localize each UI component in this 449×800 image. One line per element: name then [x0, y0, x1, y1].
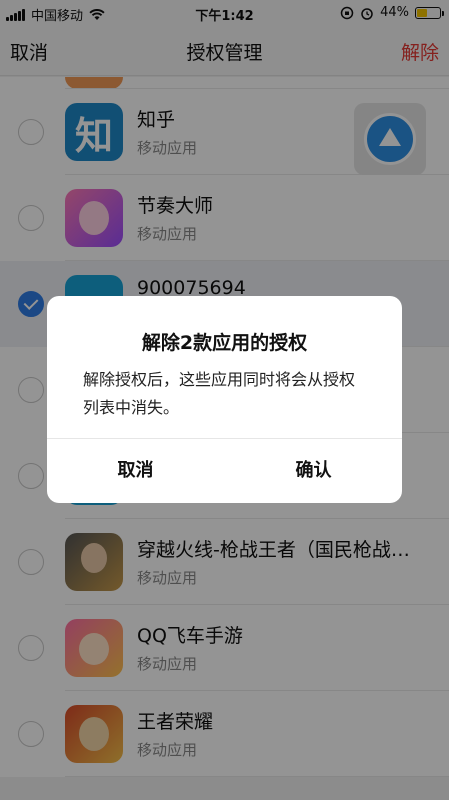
- confirm-dialog: 解除2款应用的授权 解除授权后，这些应用同时将会从授权列表中消失。 取消 确认: [47, 296, 402, 503]
- dialog-message: 解除授权后，这些应用同时将会从授权列表中消失。: [83, 370, 356, 417]
- dialog-confirm-button[interactable]: 确认: [225, 439, 402, 503]
- dialog-title: 解除2款应用的授权: [141, 332, 308, 354]
- dialog-cancel-button[interactable]: 取消: [47, 439, 224, 503]
